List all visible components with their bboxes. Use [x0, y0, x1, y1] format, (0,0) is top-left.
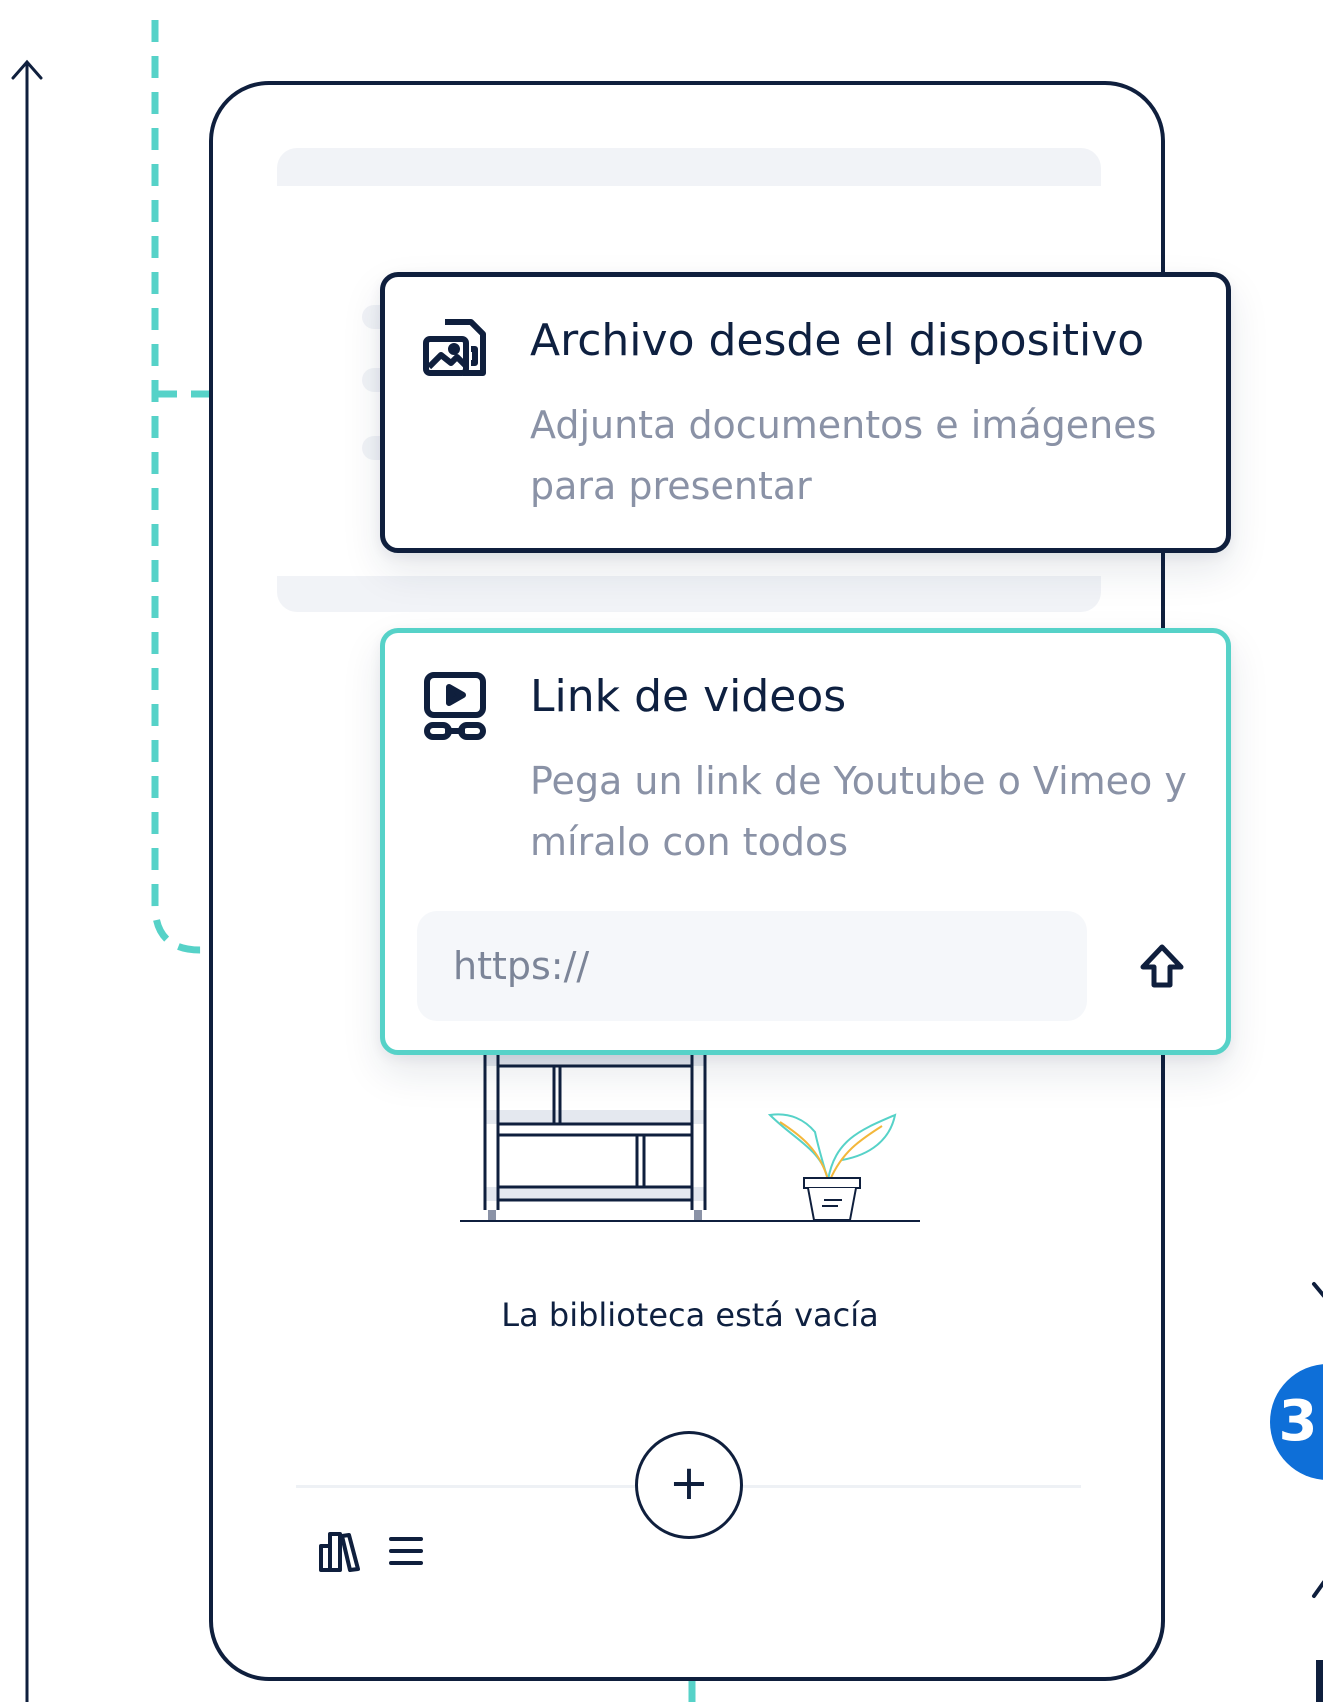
step-badge: 3 [1270, 1364, 1323, 1480]
arrow-up-icon[interactable] [1139, 943, 1185, 989]
menu-icon[interactable] [388, 1535, 424, 1567]
video-url-input[interactable] [417, 911, 1087, 1021]
skeleton-header-bar [277, 148, 1101, 186]
file-option-description: Adjunta documentos e imágenes para prese… [530, 403, 1157, 508]
image-file-icon [423, 319, 486, 376]
chevron-up-icon [1312, 1580, 1323, 1598]
video-link-option[interactable]: Link de videos Pega un link de Youtube o… [380, 628, 1231, 1055]
partial-bar [1316, 1660, 1323, 1702]
empty-library-text: La biblioteca está vacía [501, 1296, 879, 1334]
video-link-icon [424, 672, 486, 740]
video-option-title: Link de videos [530, 671, 847, 722]
chevron-down-icon [1312, 1282, 1323, 1298]
skeleton-footer-bar [277, 576, 1101, 612]
empty-library-illustration [460, 1040, 920, 1222]
file-option-title: Archivo desde el dispositivo [530, 315, 1145, 366]
video-url-field[interactable] [417, 911, 1087, 1021]
books-icon[interactable] [318, 1530, 366, 1572]
add-content-button-label: + [668, 1455, 710, 1512]
file-from-device-option[interactable]: Archivo desde el dispositivo Adjunta doc… [380, 272, 1231, 553]
video-option-description: Pega un link de Youtube o Vimeo y míralo… [530, 759, 1187, 864]
add-content-button[interactable]: + [635, 1431, 743, 1539]
